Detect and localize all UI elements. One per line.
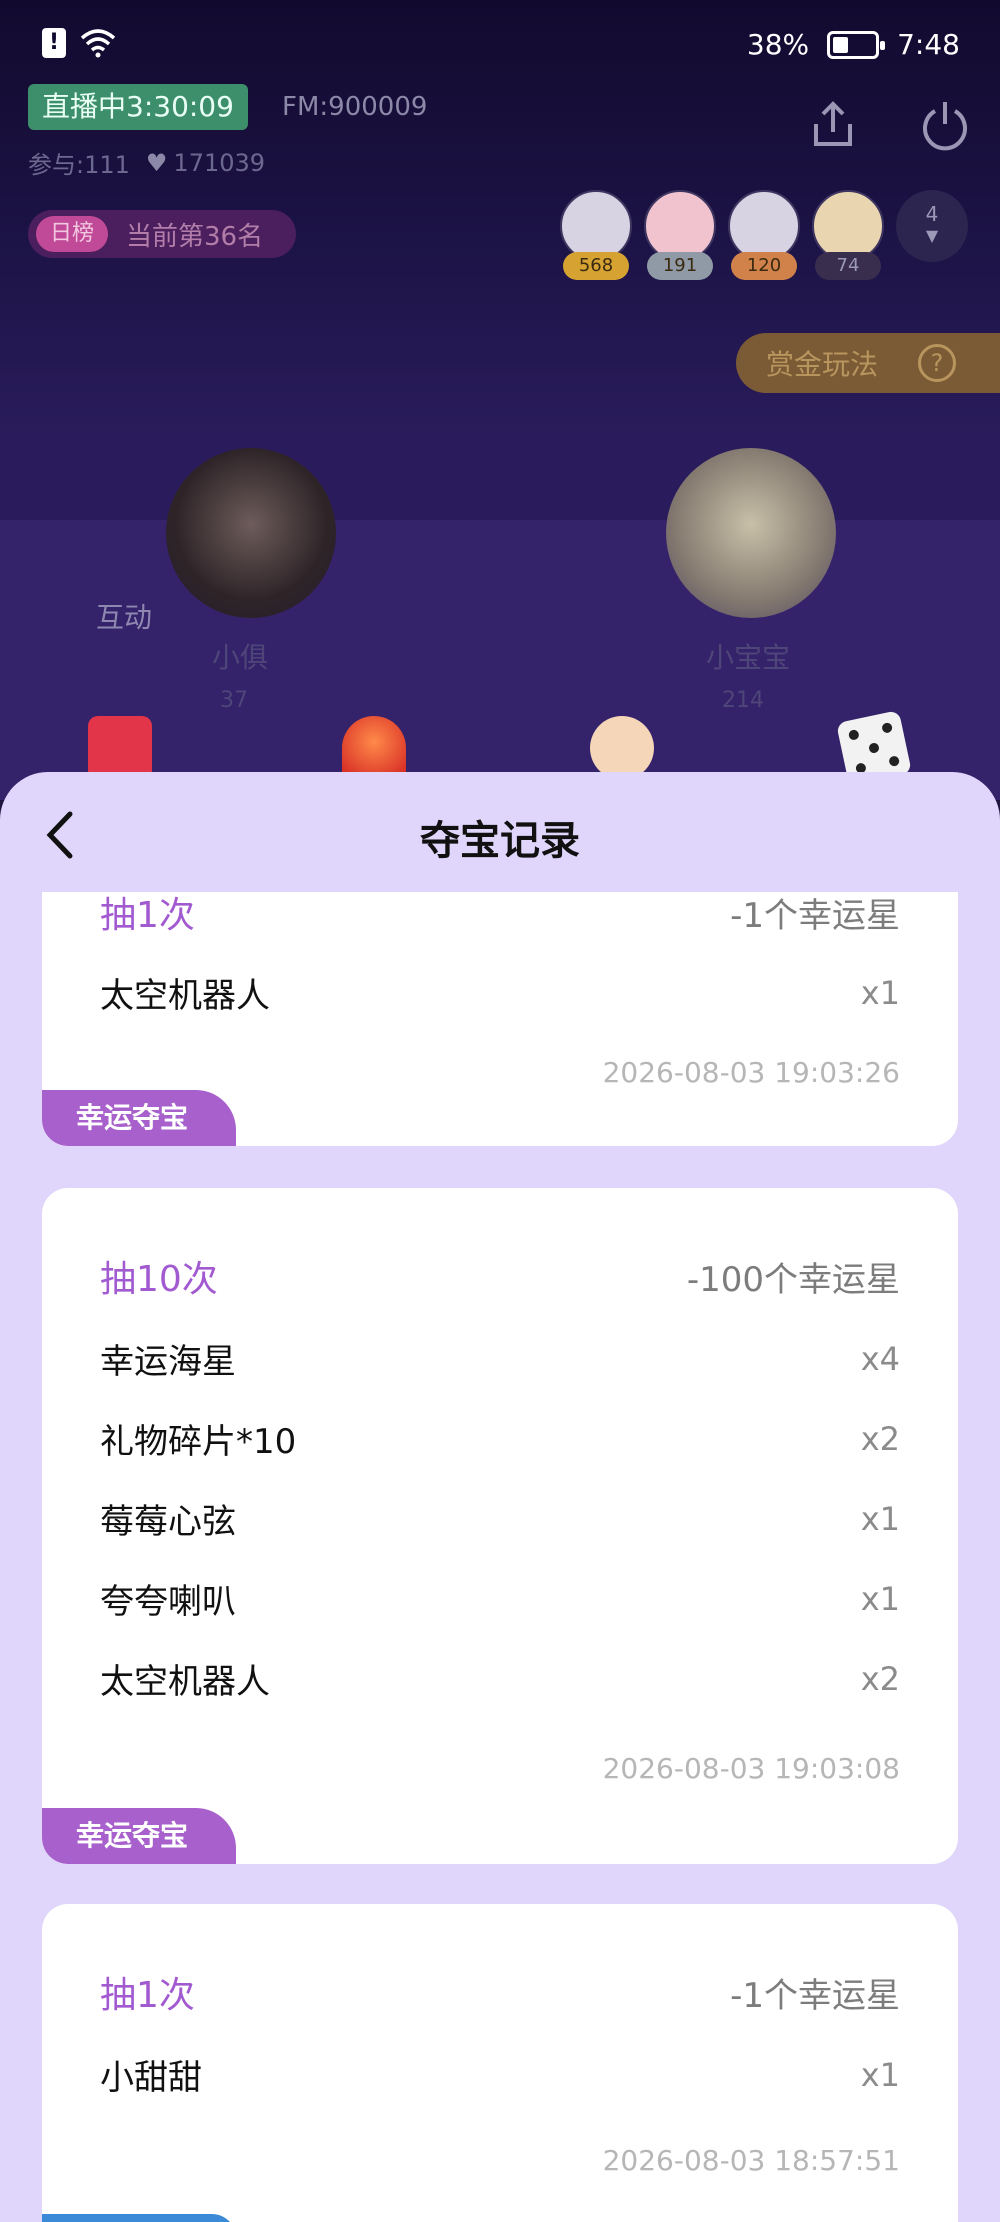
record-tag: 幸运夺宝 — [42, 1090, 236, 1146]
battery-icon — [827, 30, 886, 59]
participant-count: 参与:111 — [28, 151, 130, 179]
reward-item: 幸运海星 x4 — [100, 1334, 900, 1383]
host-count: 214 — [722, 688, 764, 713]
record-list[interactable]: 抽1次 -1个幸运星 太空机器人 x1 2026-08-03 19:03:26 … — [0, 892, 1000, 2222]
host-name: 小宝宝 — [706, 641, 791, 674]
bounty-label: 赏金玩法 — [766, 348, 879, 381]
battery-percent: 38% — [746, 28, 810, 61]
audience-score: 120 — [731, 252, 797, 280]
reward-name: 幸运海星 — [100, 1342, 236, 1382]
reward-name: 太空机器人 — [100, 976, 270, 1016]
audience-more-count: 4 — [925, 202, 939, 226]
draw-count: 抽1次 — [100, 895, 195, 936]
reward-qty: x2 — [860, 1419, 900, 1458]
bounty-play-button[interactable]: 赏金玩法 ? — [736, 333, 1000, 393]
chevron-down-icon: ▼ — [925, 226, 939, 245]
audience-member[interactable]: 74 — [812, 190, 884, 280]
reward-name: 小甜甜 — [100, 2058, 202, 2098]
sim-alert-icon: ! — [42, 28, 66, 58]
clock: 7:48 — [897, 28, 960, 61]
reward-item: 夸夸喇叭 x1 — [100, 1574, 900, 1623]
live-duration-badge: 直播中3:30:09 — [28, 84, 248, 130]
reward-name: 夸夸喇叭 — [100, 1582, 236, 1622]
host-avatar[interactable] — [666, 448, 836, 618]
draw-cost: -1个幸运星 — [730, 895, 900, 936]
daily-rank-pill[interactable]: 日榜 当前第36名 — [28, 210, 296, 258]
page-title: 夺宝记录 — [420, 818, 580, 864]
power-icon[interactable] — [918, 98, 972, 152]
draw-cost: -1个幸运星 — [730, 1975, 900, 2016]
reward-item: 莓莓心弦 x1 — [100, 1494, 900, 1543]
audience-more-button[interactable]: 4 ▼ — [896, 190, 968, 262]
participants-info: 参与:111 ♥ 171039 — [28, 145, 265, 180]
reward-item: 太空机器人 x2 — [100, 1654, 900, 1703]
share-icon[interactable] — [806, 98, 860, 152]
reward-qty: x1 — [860, 1579, 900, 1618]
wifi-icon — [80, 29, 116, 58]
record-tag: 幸运夺宝 — [42, 1808, 236, 1864]
reward-qty: x4 — [860, 1339, 900, 1378]
record-summary: 抽1次 -1个幸运星 — [100, 892, 900, 938]
reward-qty: x1 — [860, 1499, 900, 1538]
status-bar: ! 38% 7:48 — [0, 0, 1000, 90]
record-card: 抽10次 -100个幸运星 幸运海星 x4 礼物碎片*10 x2 莓莓心弦 x1… — [42, 1188, 958, 1864]
siren-icon[interactable] — [342, 716, 406, 780]
audience-score: 568 — [563, 252, 629, 280]
host-name: 小俱 — [212, 641, 269, 674]
fm-id: FM:900009 — [282, 92, 428, 122]
reward-name: 莓莓心弦 — [100, 1502, 236, 1542]
record-tag — [42, 2214, 236, 2222]
host-avatar[interactable] — [166, 448, 336, 618]
reward-qty: x2 — [860, 1659, 900, 1698]
heart-icon: ♥ — [145, 148, 168, 177]
audience-member[interactable]: 191 — [644, 190, 716, 280]
audience-member[interactable]: 120 — [728, 190, 800, 280]
draw-cost: -100个幸运星 — [686, 1259, 900, 1300]
reward-qty: x1 — [860, 973, 900, 1012]
peace-hand-icon[interactable] — [590, 716, 654, 780]
audience-member[interactable]: 568 — [560, 190, 632, 280]
rank-text: 当前第36名 — [126, 221, 264, 252]
like-count: 171039 — [173, 148, 266, 177]
reward-name: 礼物碎片*10 — [100, 1422, 297, 1462]
reward-qty: x1 — [860, 2055, 900, 2094]
interact-label: 互动 — [96, 601, 153, 634]
record-time: 2026-08-03 18:57:51 — [602, 2144, 900, 2177]
red-envelope-icon[interactable] — [88, 716, 152, 780]
treasure-record-sheet: 夺宝记录 抽1次 -1个幸运星 太空机器人 x1 2026-08-03 19:0… — [0, 772, 1000, 2222]
audience-score: 191 — [647, 252, 713, 280]
audience-list: 568 191 120 74 4 ▼ — [560, 190, 968, 280]
reward-item: 礼物碎片*10 x2 — [100, 1414, 900, 1463]
record-summary: 抽1次 -1个幸运星 — [100, 1966, 900, 2018]
draw-count: 抽10次 — [100, 1259, 218, 1300]
record-time: 2026-08-03 19:03:08 — [602, 1752, 900, 1785]
rank-tag: 日榜 — [36, 216, 109, 252]
reward-item: 太空机器人 x1 — [100, 968, 900, 1017]
sheet-header: 夺宝记录 — [0, 772, 1000, 892]
draw-count: 抽1次 — [100, 1975, 195, 2016]
live-room-background: ! 38% 7:48 直播中3:30:09 FM:900009 参与:111 ♥… — [0, 0, 1000, 800]
host-count: 37 — [220, 688, 248, 713]
record-summary: 抽10次 -100个幸运星 — [100, 1250, 900, 1302]
record-time: 2026-08-03 19:03:26 — [602, 1056, 900, 1089]
reward-item: 小甜甜 x1 — [100, 2050, 900, 2099]
record-card: 抽1次 -1个幸运星 太空机器人 x1 2026-08-03 19:03:26 … — [42, 892, 958, 1146]
help-icon[interactable]: ? — [918, 344, 957, 382]
audience-score: 74 — [815, 252, 881, 280]
record-card: 抽1次 -1个幸运星 小甜甜 x1 2026-08-03 18:57:51 — [42, 1904, 958, 2222]
reward-name: 太空机器人 — [100, 1662, 270, 1702]
